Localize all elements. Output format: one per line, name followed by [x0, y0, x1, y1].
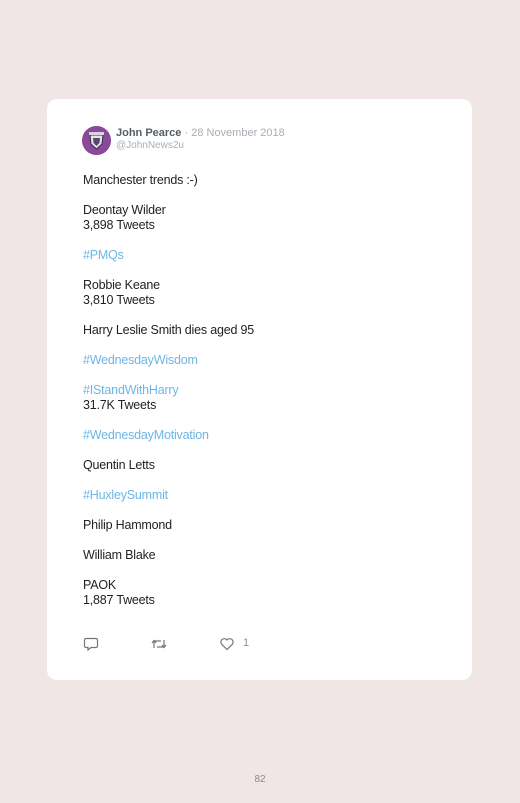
tweet-line: Philip Hammond [83, 518, 172, 532]
hashtag-link[interactable]: #HuxleySummit [83, 488, 443, 503]
tweet-line: Deontay Wilder [83, 203, 166, 217]
tweet-actions: 1 [83, 636, 283, 652]
tweet-text: Manchester trends :-) Deontay Wilder 3,898… [83, 173, 443, 608]
like-count: 1 [243, 637, 250, 649]
tweet-line: 3,810 Tweets [83, 293, 155, 307]
reply-icon[interactable] [83, 636, 99, 652]
hashtag-link[interactable]: #IStandWithHarry [83, 383, 443, 398]
tweet-line: 1,887 Tweets [83, 593, 155, 607]
avatar[interactable] [82, 126, 111, 155]
tweet-line: Manchester trends :-) [83, 173, 198, 187]
retweet-icon[interactable] [150, 636, 168, 652]
tweet-line: Quentin Letts [83, 458, 155, 472]
tweet-line: 31.7K Tweets [83, 398, 157, 412]
tweet-line: 3,898 Tweets [83, 218, 155, 232]
heart-icon[interactable] [219, 636, 235, 652]
tweet-date: · 28 November 2018 [184, 127, 285, 139]
tweet-line: PAOK [83, 578, 117, 592]
tweet-line: Robbie Keane [83, 278, 160, 292]
tweet-card: John Pearce · 28 November 2018 @JohnNews… [47, 99, 472, 680]
page-number: 82 [254, 774, 266, 785]
author-handle[interactable]: @JohnNews2u [116, 140, 184, 151]
hashtag-link[interactable]: #PMQs [83, 248, 443, 263]
hashtag-link[interactable]: #WednesdayWisdom [83, 353, 443, 368]
tweet-line: Harry Leslie Smith dies aged 95 [83, 323, 254, 337]
author-name[interactable]: John Pearce [116, 127, 181, 139]
hashtag-link[interactable]: #WednesdayMotivation [83, 428, 443, 443]
tweet-line: William Blake [83, 548, 156, 562]
